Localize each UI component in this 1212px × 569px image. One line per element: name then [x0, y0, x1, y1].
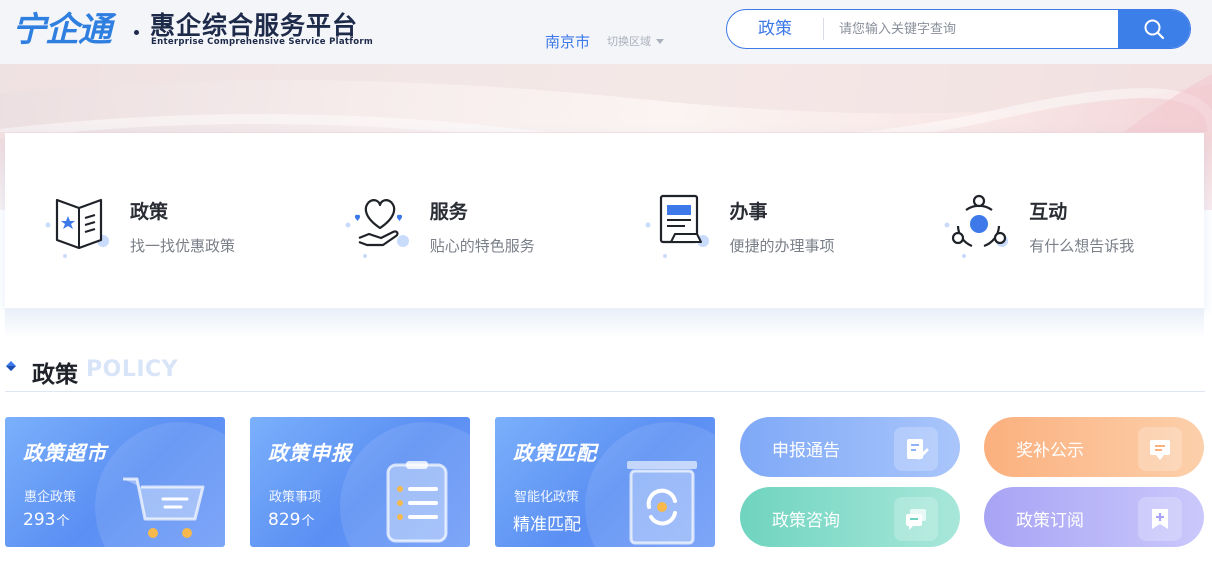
edit-doc-icon	[894, 427, 938, 471]
policy-book-icon	[45, 198, 109, 258]
card-count-unit: 个	[56, 514, 70, 529]
search-bar: 政策	[726, 9, 1191, 49]
quick-nav-service[interactable]: 服务 贴心的特色服务	[305, 133, 605, 308]
search-button[interactable]	[1118, 10, 1190, 48]
search-icon	[1144, 19, 1165, 40]
card-count-value: 精准匹配	[513, 515, 581, 535]
cart-icon	[123, 477, 205, 538]
section-title: 政策	[32, 362, 78, 388]
current-city[interactable]: 南京市	[545, 31, 590, 52]
quick-nav-card: 政策 找一找优惠政策 服务 贴心的特色服务 办事 便捷的办理事项 互动 有什么想…	[5, 133, 1204, 308]
logo-separator-dot	[134, 30, 139, 35]
section-title-en: POLICY	[86, 357, 179, 382]
pill-label: 申报通告	[772, 441, 840, 461]
section-divider	[5, 391, 1205, 392]
quick-nav-title: 互动	[1029, 201, 1068, 223]
card-title: 政策匹配	[513, 441, 597, 465]
top-header: 宁企通 惠企综合服务平台 Enterprise Comprehensive Se…	[0, 0, 1212, 64]
heart-hand-icon	[345, 199, 409, 258]
card-count: 293 个	[23, 510, 69, 530]
diamond-icon	[6, 361, 16, 371]
logo[interactable]: 宁企通	[10, 8, 134, 48]
card-count-unit: 个	[301, 514, 315, 529]
quick-nav-title: 服务	[429, 201, 468, 223]
search-type-select[interactable]: 政策	[727, 10, 823, 48]
quick-nav-affairs[interactable]: 办事 便捷的办理事项	[605, 133, 905, 308]
region-switch[interactable]: 切换区域	[607, 33, 664, 49]
policy-subscribe-button[interactable]: 政策订阅	[984, 487, 1204, 547]
pill-label: 政策订阅	[1016, 511, 1084, 531]
quick-nav-shadow	[5, 308, 1204, 338]
caret-down-icon	[656, 38, 664, 44]
quick-nav-interaction[interactable]: 互动 有什么想告诉我	[904, 133, 1204, 308]
clipboard-list-icon	[386, 461, 448, 543]
quick-nav-title: 政策	[130, 201, 169, 223]
document-icon	[645, 194, 709, 258]
card-subtitle: 惠企政策	[24, 490, 77, 505]
card-count: 精准匹配	[513, 510, 582, 535]
region-switch-label: 切换区域	[607, 35, 651, 48]
quick-nav-desc: 有什么想告诉我	[1029, 237, 1135, 255]
card-count: 829 个	[268, 510, 314, 530]
card-title: 政策申报	[268, 441, 352, 465]
bookmark-add-icon	[1138, 497, 1182, 541]
card-subtitle: 智能化政策	[514, 490, 580, 505]
match-screen-icon	[627, 461, 697, 545]
policy-supermarket-card[interactable]: 政策超市 惠企政策 293 个	[5, 417, 225, 547]
pill-label: 奖补公示	[1016, 441, 1084, 461]
chat-icon	[894, 497, 938, 541]
interaction-nodes-icon	[944, 194, 1009, 258]
policy-apply-card[interactable]: 政策申报 政策事项 829 个	[250, 417, 470, 547]
card-count-value: 829	[268, 510, 301, 530]
card-count-value: 293	[23, 510, 56, 530]
quick-nav-desc: 便捷的办理事项	[729, 237, 835, 255]
quick-nav-title: 办事	[729, 201, 768, 223]
quick-nav-policy[interactable]: 政策 找一找优惠政策	[5, 133, 305, 308]
policy-consult-button[interactable]: 政策咨询	[740, 487, 960, 547]
quick-nav-desc: 找一找优惠政策	[130, 237, 236, 255]
platform-name-en: Enterprise Comprehensive Service Platfor…	[151, 37, 374, 47]
apply-notice-button[interactable]: 申报通告	[740, 417, 960, 477]
card-subtitle: 政策事项	[269, 490, 322, 505]
award-publicity-button[interactable]: 奖补公示	[984, 417, 1204, 477]
search-input[interactable]	[839, 10, 1109, 48]
search-divider	[823, 18, 824, 40]
notice-board-icon	[1138, 427, 1182, 471]
card-title: 政策超市	[23, 441, 107, 465]
policy-match-card[interactable]: 政策匹配 智能化政策 精准匹配	[495, 417, 715, 547]
logo-text: 宁企通	[12, 10, 117, 48]
quick-nav-desc: 贴心的特色服务	[429, 237, 535, 255]
pill-label: 政策咨询	[772, 511, 840, 531]
